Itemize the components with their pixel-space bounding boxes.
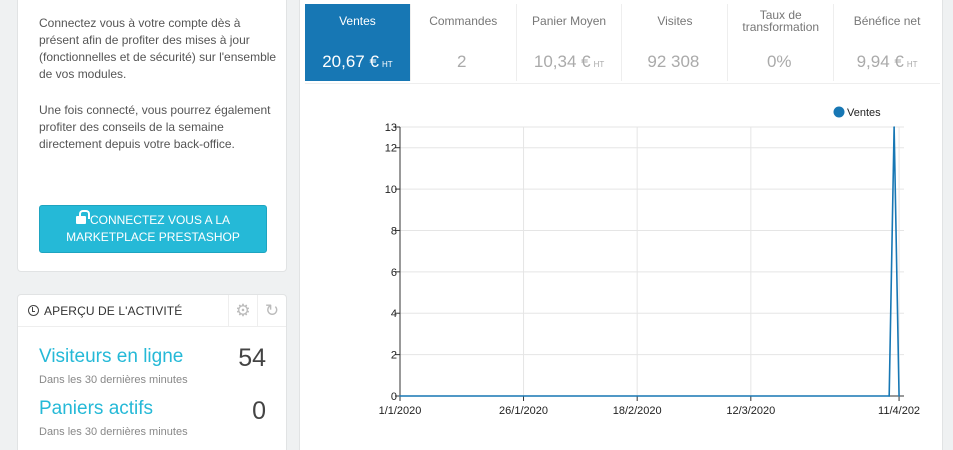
x-tick-label: 11/4/202: [878, 405, 920, 417]
clock-icon: [28, 305, 39, 316]
x-tick-label: 18/2/2020: [613, 405, 662, 417]
dashboard-graph-panel: Ventes 20,67 € HT Commandes 2 Panier Moye…: [299, 0, 943, 450]
online-visitors-count: 54: [238, 344, 266, 372]
x-tick-label: 12/3/2020: [726, 405, 775, 417]
connect-marketplace-button[interactable]: CONNECTEZ VOUS A LA MARKETPLACE PRESTASH…: [39, 205, 267, 253]
y-tick-label: 10: [385, 184, 397, 196]
configure-button[interactable]: ⚙: [228, 295, 257, 327]
activity-title: APERÇU DE L'ACTIVITÉ: [44, 304, 183, 318]
active-carts-count: 0: [252, 397, 266, 425]
active-carts-link[interactable]: Paniers actifs: [39, 398, 153, 420]
y-tick-label: 2: [391, 350, 397, 362]
connect-intro-text: Connectez vous à votre compte dès à prés…: [39, 16, 277, 81]
y-tick-label: 12: [385, 143, 397, 155]
refresh-button[interactable]: ↻: [257, 295, 286, 327]
legend-marker: [833, 106, 845, 118]
series-line: [400, 126, 900, 397]
y-tick-label: 4: [391, 308, 397, 320]
connect-button-label: CONNECTEZ VOUS A LA MARKETPLACE PRESTASH…: [66, 213, 240, 244]
unlock-icon: [75, 210, 90, 224]
activity-overview-panel: APERÇU DE L'ACTIVITÉ ⚙ ↻ Visiteurs en li…: [17, 294, 287, 450]
gear-icon: ⚙: [235, 301, 251, 320]
online-visitors-link[interactable]: Visiteurs en ligne: [39, 346, 183, 368]
marketplace-connect-panel: Connectez vous à votre compte dès à prés…: [17, 0, 287, 272]
x-tick-label: 26/1/2020: [499, 405, 548, 417]
activity-header: APERÇU DE L'ACTIVITÉ ⚙ ↻: [18, 295, 286, 327]
connect-benefits-text: Une fois connecté, vous pourrez égalemen…: [39, 103, 271, 151]
data-point: [893, 126, 895, 128]
online-visitors-subtitle: Dans les 30 dernières minutes: [39, 374, 188, 386]
data-point: [898, 395, 900, 397]
sales-line-chart: 1/1/2020 26/1/2020 18/2/2020 12/3/2020 11/4/…: [379, 106, 920, 417]
y-tick-label: 8: [391, 225, 397, 237]
y-tick-label: 6: [391, 267, 397, 279]
y-tick-label: 0: [391, 391, 397, 403]
refresh-icon: ↻: [264, 301, 280, 320]
data-point: [888, 395, 890, 397]
active-carts-subtitle: Dans les 30 dernières minutes: [39, 426, 188, 438]
x-tick-label: 1/1/2020: [379, 405, 422, 417]
y-tick-label: 13: [385, 122, 397, 134]
legend-label: Ventes: [847, 107, 881, 119]
data-point: [399, 395, 401, 397]
